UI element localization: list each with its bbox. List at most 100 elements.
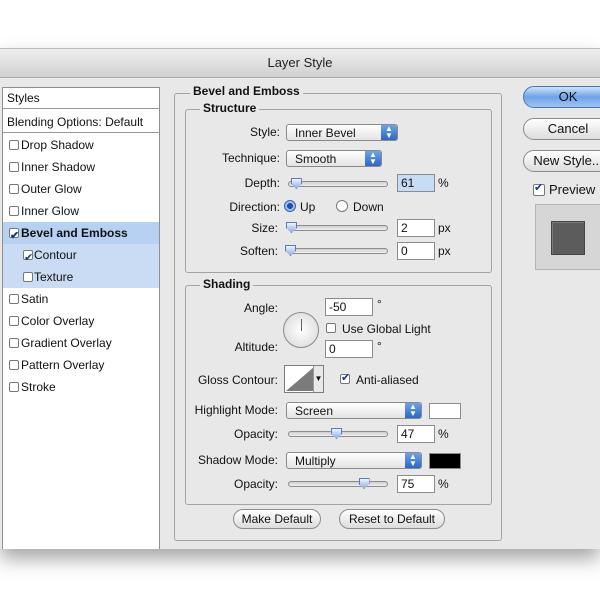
soften-slider[interactable] (285, 245, 388, 256)
style-item[interactable]: Bevel and Emboss (3, 222, 159, 247)
style-item-checkbox[interactable] (23, 272, 33, 282)
style-item-label: Satin (21, 292, 49, 306)
contour-curve-icon (286, 367, 314, 391)
highlight-opacity-slider[interactable] (288, 428, 388, 439)
shading-group (185, 285, 492, 505)
make-default-button[interactable]: Make Default (233, 509, 321, 529)
technique-popup-value: Smooth (295, 152, 337, 166)
soften-field[interactable]: 0 (397, 242, 435, 260)
style-item-checkbox[interactable] (9, 316, 19, 326)
technique-popup[interactable]: Smooth ▲ ▼ (286, 150, 382, 167)
highlight-opacity-unit: % (438, 427, 449, 441)
shadow-mode-value: Multiply (295, 454, 336, 468)
soften-unit: px (438, 244, 451, 258)
direction-label: Direction: (229, 200, 280, 214)
shadow-opacity-field[interactable]: 75 (397, 475, 435, 493)
cancel-button[interactable]: Cancel (523, 118, 600, 140)
style-item[interactable]: Contour (3, 244, 159, 269)
highlight-color-swatch[interactable] (429, 403, 461, 419)
style-item[interactable]: Drop Shadow (3, 134, 159, 156)
use-global-light-checkbox[interactable] (326, 323, 336, 333)
styles-header[interactable]: Styles (3, 88, 159, 109)
highlight-opacity-field[interactable]: 47 (397, 425, 435, 443)
altitude-unit: ° (377, 339, 382, 353)
anti-aliased-label: Anti-aliased (356, 373, 419, 387)
popup-arrows-icon: ▲ ▼ (381, 125, 397, 140)
shadow-opacity-slider[interactable] (288, 478, 388, 489)
style-item[interactable]: Inner Shadow (3, 156, 159, 178)
shadow-opacity-label: Opacity: (233, 477, 278, 491)
style-item-checkbox[interactable] (9, 162, 19, 172)
shadow-opacity-unit: % (438, 477, 449, 491)
style-item-checkbox[interactable] (9, 140, 19, 150)
style-item-checkbox[interactable] (23, 247, 33, 269)
popup-arrows-icon: ▲ ▼ (405, 403, 421, 418)
use-global-light-label: Use Global Light (342, 322, 431, 336)
gloss-contour-label: Gloss Contour: (197, 373, 278, 387)
style-item[interactable]: Pattern Overlay (3, 354, 159, 376)
style-item-checkbox[interactable] (9, 225, 19, 247)
technique-label: Technique: (221, 151, 280, 165)
style-item-checkbox[interactable] (9, 338, 19, 348)
style-item[interactable]: Gradient Overlay (3, 332, 159, 354)
style-item-label: Outer Glow (21, 182, 82, 196)
style-item[interactable]: Stroke (3, 376, 159, 398)
shadow-color-swatch[interactable] (429, 453, 461, 469)
preview-checkbox[interactable] (533, 181, 545, 196)
direction-down-radio[interactable] (336, 200, 348, 212)
structure-title: Structure (200, 101, 260, 115)
style-item[interactable]: Inner Glow (3, 200, 159, 222)
bevel-emboss-title: Bevel and Emboss (190, 84, 303, 98)
highlight-mode-label: Highlight Mode: (194, 403, 278, 417)
style-item-label: Stroke (21, 380, 56, 394)
angle-unit: ° (377, 297, 382, 311)
direction-up-label: Up (300, 200, 316, 214)
reset-to-default-button[interactable]: Reset to Default (339, 509, 445, 529)
style-item-checkbox[interactable] (9, 184, 19, 194)
ok-button[interactable]: OK (523, 86, 600, 108)
style-item[interactable]: Texture (3, 266, 159, 288)
style-item-label: Pattern Overlay (21, 358, 105, 372)
gloss-contour-picker[interactable]: ▼ (284, 365, 324, 393)
direction-up-radio[interactable] (284, 200, 296, 212)
style-popup-value: Inner Bevel (295, 126, 356, 140)
shadow-mode-label: Shadow Mode: (197, 453, 278, 467)
size-label: Size: (251, 221, 278, 235)
size-field[interactable]: 2 (397, 219, 435, 237)
depth-field[interactable]: 61 (397, 174, 435, 192)
angle-field[interactable]: -50 (325, 298, 373, 316)
style-item-checkbox[interactable] (9, 294, 19, 304)
style-item[interactable]: Satin (3, 288, 159, 310)
style-item[interactable]: Color Overlay (3, 310, 159, 332)
style-item-checkbox[interactable] (9, 206, 19, 216)
style-item-checkbox[interactable] (9, 382, 19, 392)
altitude-field[interactable]: 0 (325, 340, 373, 358)
style-item-label: Color Overlay (21, 314, 95, 328)
depth-slider[interactable] (288, 178, 388, 189)
new-style-button[interactable]: New Style... (523, 150, 600, 172)
chevron-down-icon: ▼ (313, 366, 323, 392)
style-item[interactable]: Outer Glow (3, 178, 159, 200)
style-item-checkbox[interactable] (9, 360, 19, 370)
preview-swatch (551, 221, 585, 255)
style-item-label: Contour (34, 248, 77, 262)
window-title: Layer Style (0, 49, 600, 78)
shadow-mode-popup[interactable]: Multiply ▲ ▼ (286, 452, 422, 469)
angle-dial-needle (301, 319, 302, 331)
style-popup[interactable]: Inner Bevel ▲ ▼ (286, 124, 398, 141)
blending-options-item[interactable]: Blending Options: Default (3, 112, 159, 133)
anti-aliased-checkbox[interactable] (340, 371, 350, 384)
highlight-mode-popup[interactable]: Screen ▲ ▼ (286, 402, 422, 419)
preview-label: Preview (549, 182, 596, 197)
style-item-label: Inner Shadow (21, 160, 96, 174)
angle-dial[interactable] (283, 312, 319, 348)
style-item-label: Gradient Overlay (21, 336, 112, 350)
style-item-label: Bevel and Emboss (21, 226, 128, 240)
style-item-label: Inner Glow (21, 204, 80, 218)
shading-title: Shading (200, 277, 254, 291)
layer-style-dialog: Layer Style Styles Blending Options: Def… (0, 48, 600, 549)
size-slider[interactable] (285, 222, 388, 233)
style-label: Style: (249, 125, 280, 139)
style-item-label: Drop Shadow (21, 138, 94, 152)
popup-arrows-icon: ▲ ▼ (365, 151, 381, 166)
